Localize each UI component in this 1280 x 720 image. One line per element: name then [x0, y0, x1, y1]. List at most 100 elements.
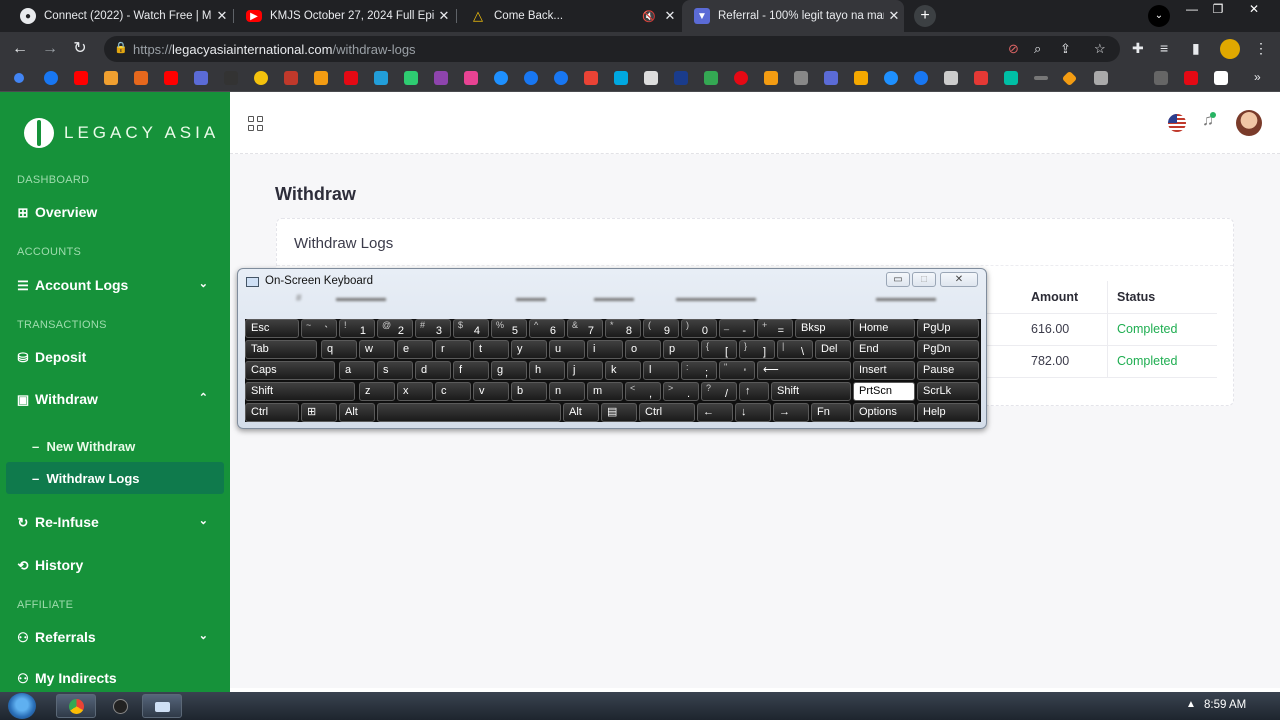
- forward-icon[interactable]: →: [40, 39, 60, 59]
- key-symbol[interactable]: :;: [681, 361, 717, 380]
- key-i[interactable]: i: [587, 340, 623, 359]
- key-9[interactable]: (9: [643, 319, 679, 338]
- tab-close-icon[interactable]: ✕: [212, 8, 232, 24]
- key-3[interactable]: #3: [415, 319, 451, 338]
- us-flag-icon[interactable]: [1168, 114, 1186, 132]
- bookmark-icon[interactable]: [1004, 71, 1018, 85]
- sidebar-item-deposit[interactable]: ⛁ Deposit: [16, 345, 214, 369]
- key-symbol[interactable]: + =: [757, 319, 793, 338]
- minimize-icon[interactable]: ▭: [886, 272, 910, 287]
- tab-referral[interactable]: ▼ Referral - 100% legit tayo na mar ✕: [682, 0, 904, 32]
- sidebar-item-referrals[interactable]: ⚇ Referrals ⌄: [16, 625, 214, 649]
- key-ctrl[interactable]: Ctrl: [639, 403, 695, 422]
- apps-grid-icon[interactable]: [248, 116, 264, 132]
- key-symbol[interactable]: →: [773, 403, 809, 422]
- key-ctrl[interactable]: Ctrl: [245, 403, 299, 422]
- bookmark-icon[interactable]: [644, 71, 658, 85]
- key-0[interactable]: ) 0: [681, 319, 717, 338]
- key-esc[interactable]: Esc: [245, 319, 299, 338]
- back-icon[interactable]: ←: [10, 39, 30, 59]
- bookmark-icon[interactable]: [284, 71, 298, 85]
- youtube-icon[interactable]: [164, 71, 178, 85]
- key-shift[interactable]: Shift: [245, 382, 355, 401]
- key-options[interactable]: Options: [853, 403, 915, 422]
- key-p[interactable]: p: [663, 340, 699, 359]
- key-2[interactable]: @2: [377, 319, 413, 338]
- key-symbol[interactable]: <,: [625, 382, 661, 401]
- sidebar-item-overview[interactable]: ⊞ Overview: [16, 200, 214, 224]
- maximize-icon[interactable]: □: [912, 272, 936, 287]
- bookmark-icon[interactable]: [1094, 71, 1108, 85]
- bookmark-icon[interactable]: [254, 71, 268, 85]
- bookmark-icon[interactable]: [764, 71, 778, 85]
- key-symbol[interactable]: ▤: [601, 403, 637, 422]
- bookmark-icon[interactable]: [1034, 76, 1048, 80]
- bookmark-icon[interactable]: [974, 71, 988, 85]
- profile-avatar[interactable]: [1220, 39, 1240, 59]
- key-symbol[interactable]: ↑: [739, 382, 769, 401]
- key-symbol[interactable]: ←: [697, 403, 733, 422]
- key-l[interactable]: l: [643, 361, 679, 380]
- key-symbol[interactable]: ⊞: [301, 403, 337, 422]
- key-a[interactable]: a: [339, 361, 375, 380]
- taskbar-on-screen-keyboard[interactable]: [142, 694, 182, 718]
- bookmark-icon[interactable]: [314, 71, 328, 85]
- key-s[interactable]: s: [377, 361, 413, 380]
- key-tab[interactable]: Tab: [245, 340, 317, 359]
- key-c[interactable]: c: [435, 382, 471, 401]
- bookmark-icon[interactable]: [1061, 70, 1078, 87]
- bookmark-icon[interactable]: [854, 71, 868, 85]
- key-k[interactable]: k: [605, 361, 641, 380]
- key-home[interactable]: Home: [853, 319, 915, 338]
- taskbar-app[interactable]: [100, 694, 140, 718]
- key-symbol[interactable]: ? /: [701, 382, 737, 401]
- sidebar-subitem-withdraw-logs[interactable]: – Withdraw Logs: [32, 471, 140, 486]
- key-b[interactable]: b: [511, 382, 547, 401]
- tab-kmjs[interactable]: ▶ KMJS October 27, 2024 Full Episo ✕: [234, 0, 454, 32]
- facebook-icon[interactable]: [914, 71, 928, 85]
- bookmark-star-icon[interactable]: ☆: [1094, 41, 1106, 57]
- key-symbol[interactable]: _ -: [719, 319, 755, 338]
- key-f[interactable]: f: [453, 361, 489, 380]
- clock[interactable]: 8:59 AM: [1204, 699, 1246, 711]
- key-alt[interactable]: Alt: [339, 403, 375, 422]
- bookmark-icon[interactable]: [464, 71, 478, 85]
- key-fn[interactable]: Fn: [811, 403, 851, 422]
- lock-icon[interactable]: 🔒: [114, 41, 128, 54]
- key-5[interactable]: % 5: [491, 319, 527, 338]
- shield-icon[interactable]: [194, 71, 208, 85]
- share-icon[interactable]: ⇪: [1060, 41, 1071, 57]
- key-g[interactable]: g: [491, 361, 527, 380]
- user-avatar[interactable]: [1236, 110, 1262, 136]
- facebook-icon[interactable]: [524, 71, 538, 85]
- key-symbol[interactable]: >.: [663, 382, 699, 401]
- key-symbol[interactable]: " ': [719, 361, 755, 380]
- bookmark-icon[interactable]: [434, 71, 448, 85]
- key-m[interactable]: m: [587, 382, 623, 401]
- key-r[interactable]: r: [435, 340, 471, 359]
- key-y[interactable]: y: [511, 340, 547, 359]
- tab-come-back[interactable]: △ Come Back... 🔇 ✕: [458, 0, 680, 32]
- youtube-icon[interactable]: [74, 71, 88, 85]
- key-8[interactable]: * 8: [605, 319, 641, 338]
- mute-icon[interactable]: 🔇: [638, 10, 660, 23]
- reading-list-icon[interactable]: ≡: [1160, 40, 1168, 56]
- key-pgup[interactable]: PgUp: [917, 319, 979, 338]
- facebook-icon[interactable]: [554, 71, 568, 85]
- address-bar[interactable]: 🔒 https://legacyasiainternational.com/wi…: [104, 36, 1120, 62]
- key-bksp[interactable]: Bksp: [795, 319, 851, 338]
- bookmark-icon[interactable]: [104, 71, 118, 85]
- taskbar-chrome[interactable]: [56, 694, 96, 718]
- tray-arrow-icon[interactable]: ▲: [1186, 699, 1196, 710]
- lock-icon[interactable]: [944, 71, 958, 85]
- key-w[interactable]: w: [359, 340, 395, 359]
- netflix-icon[interactable]: [1184, 71, 1198, 85]
- side-panel-icon[interactable]: ▮: [1192, 40, 1200, 57]
- close-window-icon[interactable]: ✕: [1244, 2, 1264, 16]
- bookmark-icon[interactable]: [14, 73, 24, 83]
- key-v[interactable]: v: [473, 382, 509, 401]
- gmail-icon[interactable]: [584, 71, 598, 85]
- bookmark-icon[interactable]: [134, 71, 148, 85]
- key-o[interactable]: o: [625, 340, 661, 359]
- on-screen-keyboard-window[interactable]: On-Screen Keyboard ▭ □ ✕ # ▬▬▬▬▬ ▬▬▬ ▬▬▬…: [237, 268, 987, 429]
